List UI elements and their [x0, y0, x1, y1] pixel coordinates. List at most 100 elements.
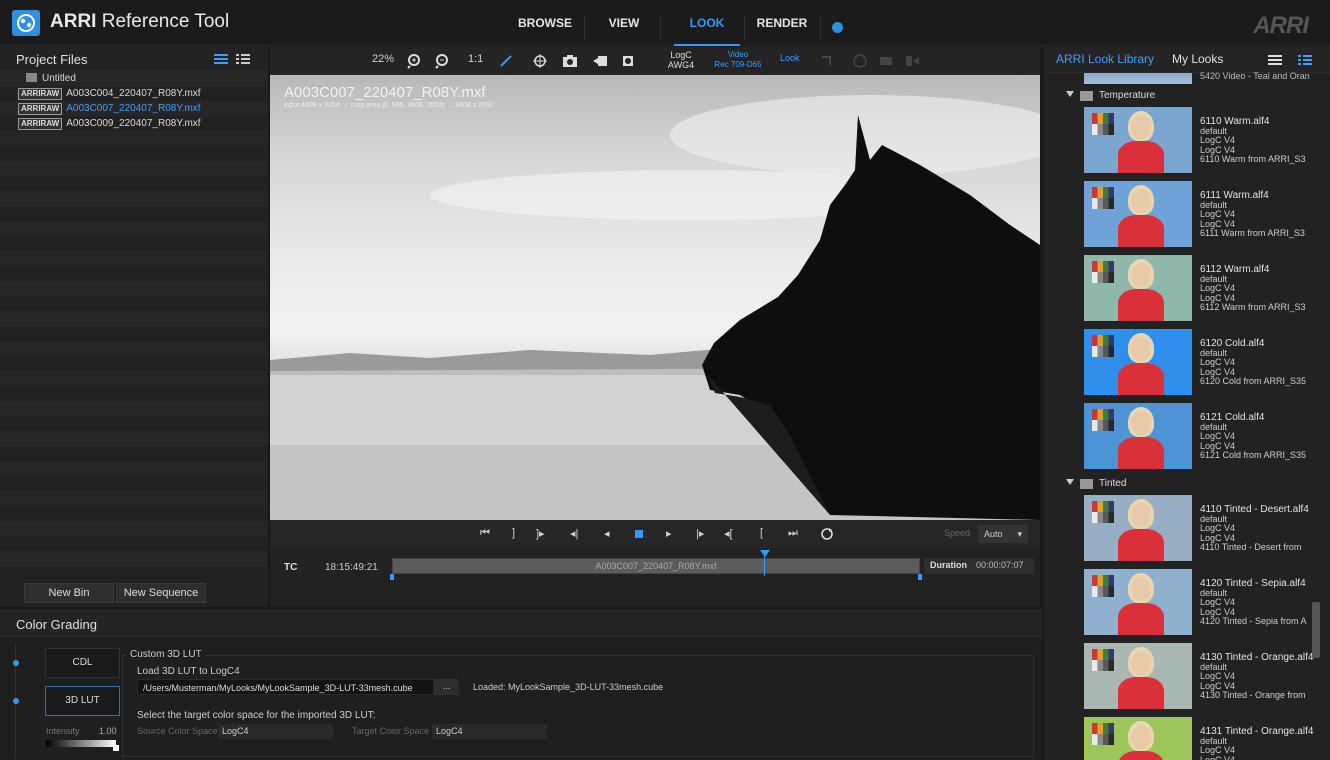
look-item[interactable]: 4130 Tinted - Orange.alf4 default LogC V4 L… — [1044, 641, 1314, 714]
look-item[interactable]: 6120 Cold.alf4 default LogC V4 LogC V4 6120 … — [1044, 327, 1314, 400]
look-group-temperature[interactable]: Temperature — [1044, 87, 1314, 105]
look-thumbnail[interactable] — [1084, 329, 1192, 395]
list-item[interactable]: ARRIRAW A003C004_220407_R08Y.mxf — [0, 86, 268, 101]
new-bin-button[interactable]: New Bin — [24, 583, 114, 603]
step-back-button[interactable]: ◂| — [570, 527, 578, 540]
overlay-icon[interactable] — [904, 53, 920, 69]
tab-arri-look-library[interactable]: ARRI Look Library — [1056, 52, 1154, 66]
stop-button[interactable] — [635, 530, 643, 538]
image-viewer[interactable]: A003C007_220407_R08Y.mxf input 4608 x 31… — [270, 75, 1040, 520]
one-to-one-button[interactable]: 1:1 — [468, 53, 483, 65]
custom-lut-title: Custom 3D LUT — [126, 649, 206, 660]
go-to-in-button[interactable]: ◂[ — [724, 527, 733, 540]
compare-icon[interactable] — [878, 53, 894, 69]
step-forward-button[interactable]: |▸ — [696, 527, 704, 540]
chevron-down-icon[interactable] — [1066, 479, 1074, 485]
tab-look[interactable]: LOOK — [674, 16, 740, 46]
list-item[interactable]: ARRIRAW A003C009_220407_R08Y.mxf — [0, 116, 268, 131]
go-to-out-button[interactable]: ]▸ — [536, 527, 545, 540]
look-thumbnail[interactable] — [1084, 495, 1192, 561]
look-item[interactable]: 4131 Tinted - Orange.alf4 default LogC V4 L… — [1044, 715, 1314, 760]
go-to-start-button[interactable]: ⏮ — [480, 527, 490, 540]
output-colorspace[interactable]: Video Rec 709-D65 — [710, 50, 766, 70]
viewer-toolbar: 22% 1:1 LogC AWG4 Video Rec 709-D65 Look — [270, 47, 1040, 75]
look-thumbnail[interactable] — [1084, 107, 1192, 173]
look-item[interactable]: 4110 Tinted - Desert.alf4 default LogC V4 L… — [1044, 493, 1314, 566]
color-chart — [1092, 409, 1114, 431]
chevron-down-icon[interactable] — [1066, 91, 1074, 97]
out-point-marker[interactable] — [918, 574, 922, 580]
look-thumbnail[interactable] — [1084, 569, 1192, 635]
lut-path-input[interactable]: /Users/Musterman/MyLooks/MyLookSample_3D… — [137, 679, 434, 695]
intensity-slider[interactable] — [46, 740, 116, 747]
tab-render[interactable]: RENDER — [752, 16, 812, 46]
timecode-value: 18:15:49:21 — [325, 562, 378, 573]
3d-lut-button[interactable]: 3D LUT — [45, 686, 120, 716]
zoom-out-icon[interactable] — [434, 53, 450, 69]
list-view-icon[interactable] — [1268, 54, 1282, 66]
new-sequence-button[interactable]: New Sequence — [116, 583, 206, 603]
play-button[interactable]: ▸ — [666, 527, 672, 540]
timeline-clip[interactable]: A003C007_220407_R08Y.mxf — [392, 558, 920, 574]
go-to-end-button[interactable]: ⏭ — [788, 527, 798, 540]
look-item[interactable]: 6111 Warm.alf4 default LogC V4 LogC V4 6111 … — [1044, 179, 1314, 252]
look-thumbnail[interactable] — [1084, 643, 1192, 709]
info-circle-icon[interactable] — [852, 53, 868, 69]
group-label: Tinted — [1099, 478, 1127, 489]
export-frame-icon[interactable] — [592, 53, 608, 69]
crosshair-icon[interactable] — [532, 53, 548, 69]
source-colorspace-select[interactable]: LogC4 — [218, 724, 333, 739]
mark-out-button[interactable]: ] — [512, 527, 515, 539]
export-still-icon[interactable] — [620, 53, 636, 69]
info-icon[interactable] — [832, 22, 843, 33]
in-point-marker[interactable] — [390, 574, 394, 580]
camera-icon[interactable] — [562, 53, 578, 69]
reset-icon[interactable] — [818, 53, 834, 69]
tab-view[interactable]: VIEW — [596, 16, 652, 46]
color-chart — [1092, 649, 1114, 671]
look-item[interactable]: 4120 Tinted - Sepia.alf4 default LogC V4 Lo… — [1044, 567, 1314, 640]
look-group-tinted[interactable]: Tinted — [1044, 475, 1314, 493]
look-thumbnail[interactable] — [1084, 181, 1192, 247]
group-label: Temperature — [1099, 90, 1156, 101]
intensity-slider-handle[interactable] — [113, 745, 119, 751]
look-item[interactable]: 6121 Cold.alf4 default LogC V4 LogC V4 6121 … — [1044, 401, 1314, 474]
zoom-level[interactable]: 22% — [372, 53, 394, 65]
nav-separator — [584, 16, 585, 40]
thumbnail-face — [1131, 503, 1151, 527]
lut-node-dot — [13, 698, 19, 704]
look-item[interactable]: 6112 Warm.alf4 default LogC V4 LogC V4 6112 … — [1044, 253, 1314, 326]
cdl-button[interactable]: CDL — [45, 648, 120, 678]
look-details: 6112 Warm.alf4 default LogC V4 LogC V4 6112 … — [1200, 265, 1306, 313]
look-item[interactable]: 6110 Warm.alf4 default LogC V4 LogC V4 6110 … — [1044, 105, 1314, 178]
look-toggle[interactable]: Look — [780, 53, 800, 63]
tab-browse[interactable]: BROWSE — [512, 16, 578, 46]
look-thumbnail[interactable] — [1084, 73, 1192, 84]
look-thumbnail[interactable] — [1084, 717, 1192, 760]
browse-lut-button[interactable]: ... — [434, 679, 459, 695]
look-library-scrollbar[interactable] — [1312, 602, 1320, 658]
thumbnail-shirt — [1118, 529, 1164, 561]
target-colorspace-select[interactable]: LogC4 — [432, 724, 547, 739]
detail-view-icon[interactable] — [1298, 54, 1312, 66]
list-view-icon[interactable] — [214, 53, 228, 65]
list-item-bin[interactable]: Untitled — [0, 71, 268, 86]
list-item-selected[interactable]: ARRIRAW A003C007_220407_R08Y.mxf — [0, 101, 268, 116]
look-thumbnail[interactable] — [1084, 403, 1192, 469]
detail-view-icon[interactable] — [236, 53, 250, 65]
tab-my-looks[interactable]: My Looks — [1172, 52, 1223, 66]
mark-in-button[interactable]: [ — [760, 527, 763, 539]
select-colorspace-label: Select the target color space for the im… — [137, 710, 376, 721]
thumbnail-shirt — [1118, 603, 1164, 635]
zoom-in-icon[interactable] — [406, 53, 422, 69]
speed-select[interactable]: Auto ▾ — [978, 525, 1028, 543]
look-description: 6121 Cold from ARRI_S35 — [1200, 450, 1307, 460]
custom-lut-group — [122, 655, 1034, 757]
playhead-handle[interactable] — [760, 550, 770, 557]
play-reverse-button[interactable]: ◂ — [604, 527, 610, 540]
thumbnail-face — [1131, 263, 1151, 287]
input-colorspace[interactable]: LogC AWG4 — [666, 50, 696, 70]
fit-diagonal-icon[interactable] — [498, 53, 514, 69]
look-thumbnail[interactable] — [1084, 255, 1192, 321]
loop-icon[interactable] — [820, 527, 834, 541]
